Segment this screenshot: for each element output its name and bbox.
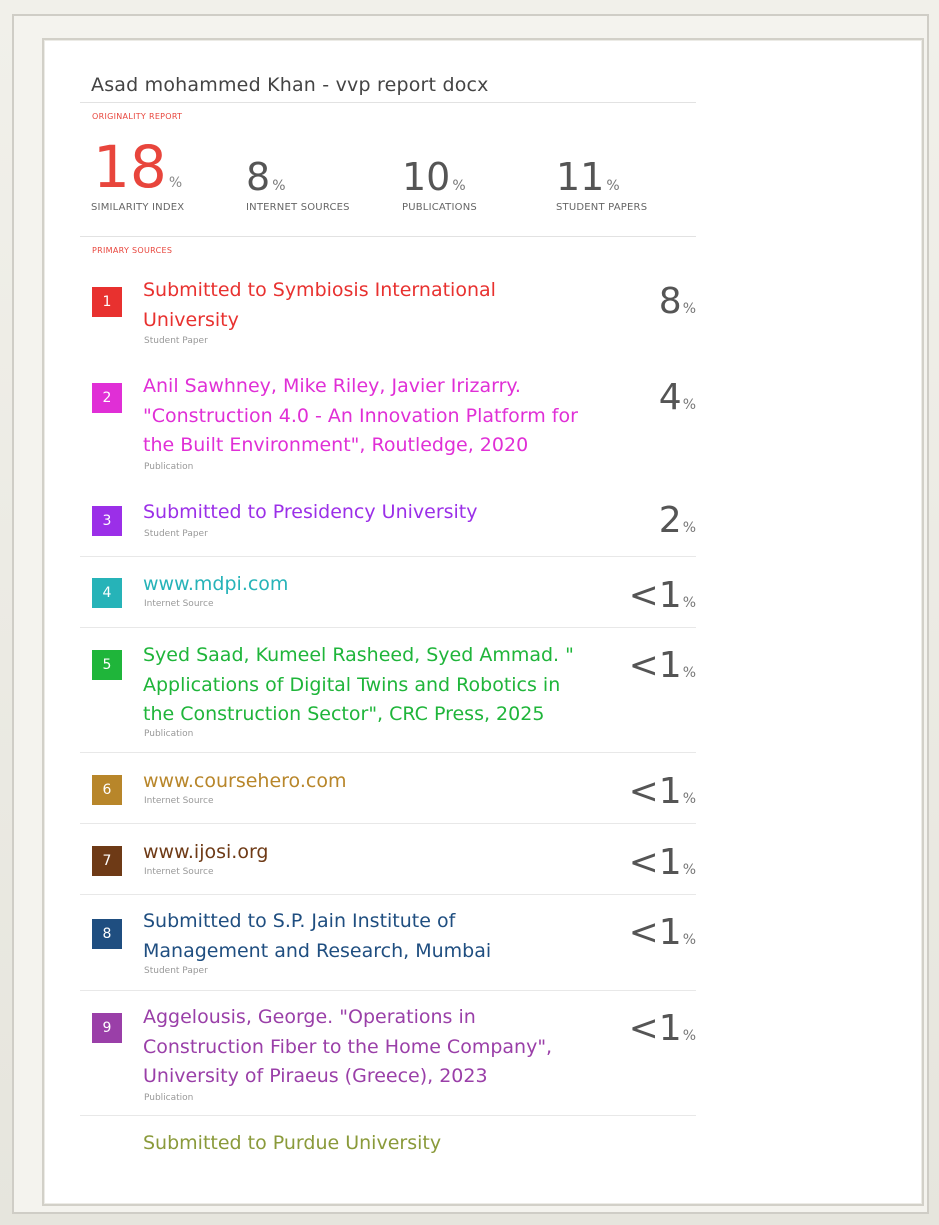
source-rank-badge: 2 (92, 383, 122, 413)
primary-sources-label: PRIMARY SOURCES (92, 246, 173, 255)
student-papers-unit: % (606, 178, 620, 194)
summary-divider (80, 236, 696, 237)
originality-report-label: ORIGINALITY REPORT (92, 112, 183, 121)
student-papers-label: STUDENT PAPERS (556, 202, 648, 213)
source-rank-badge: 5 (92, 650, 122, 680)
row-divider (80, 556, 696, 557)
row-divider (80, 627, 696, 628)
source-title[interactable]: www.coursehero.com (143, 767, 613, 797)
source-percent: 2% (658, 500, 696, 541)
source-rank-badge: 3 (92, 506, 122, 536)
source-type: Publication (144, 1093, 194, 1103)
row-divider (80, 823, 696, 824)
source-percent: <1% (628, 1008, 696, 1049)
source-type: Student Paper (144, 336, 208, 346)
source-percent: 8% (658, 281, 696, 322)
source-title[interactable]: Syed Saad, Kumeel Rasheed, Syed Ammad. "… (143, 641, 613, 730)
document-title: Asad mohammed Khan - vvp report docx (91, 74, 489, 96)
source-rank-badge: 9 (92, 1013, 122, 1043)
student-papers-number: 11 (556, 155, 605, 199)
source-rank-badge: 7 (92, 846, 122, 876)
similarity-index-number: 18 (93, 133, 167, 201)
source-rank-badge: 8 (92, 919, 122, 949)
source-percent: <1% (628, 575, 696, 616)
source-percent: <1% (628, 912, 696, 953)
source-title[interactable]: www.ijosi.org (143, 838, 613, 868)
source-type: Publication (144, 462, 194, 472)
publications-value: 10% (402, 158, 466, 196)
row-divider (80, 1115, 696, 1116)
source-percent: <1% (628, 842, 696, 883)
publications-unit: % (452, 178, 466, 194)
source-rank-badge: 6 (92, 775, 122, 805)
student-papers-value: 11% (556, 158, 620, 196)
similarity-index-value: 18% (93, 138, 182, 196)
source-type: Internet Source (144, 796, 214, 806)
internet-sources-value: 8% (246, 158, 286, 196)
source-title[interactable]: Aggelousis, George. "Operations in Const… (143, 1003, 613, 1092)
source-rank-badge: 1 (92, 287, 122, 317)
source-percent: 4% (658, 377, 696, 418)
source-type: Publication (144, 729, 194, 739)
internet-sources-unit: % (272, 178, 286, 194)
source-title[interactable]: Submitted to Symbiosis International Uni… (143, 276, 613, 335)
source-type: Internet Source (144, 599, 214, 609)
source-type: Internet Source (144, 867, 214, 877)
internet-sources-label: INTERNET SOURCES (246, 202, 350, 213)
similarity-index-label: SIMILARITY INDEX (91, 202, 185, 213)
similarity-index-unit: % (168, 175, 183, 191)
source-type: Student Paper (144, 529, 208, 539)
publications-label: PUBLICATIONS (402, 202, 477, 213)
source-title[interactable]: www.mdpi.com (143, 570, 613, 600)
publications-number: 10 (402, 155, 451, 199)
row-divider (80, 752, 696, 753)
source-percent: <1% (628, 645, 696, 686)
internet-sources-number: 8 (246, 155, 271, 199)
row-divider (80, 894, 696, 895)
source-rank-badge: 4 (92, 578, 122, 608)
source-title[interactable]: Submitted to Purdue University (143, 1129, 613, 1159)
source-title[interactable]: Submitted to S.P. Jain Institute of Mana… (143, 907, 613, 966)
title-divider (80, 102, 696, 103)
source-type: Student Paper (144, 966, 208, 976)
source-title[interactable]: Submitted to Presidency University (143, 498, 613, 528)
source-percent: <1% (628, 771, 696, 812)
source-title[interactable]: Anil Sawhney, Mike Riley, Javier Irizarr… (143, 372, 613, 461)
row-divider (80, 990, 696, 991)
